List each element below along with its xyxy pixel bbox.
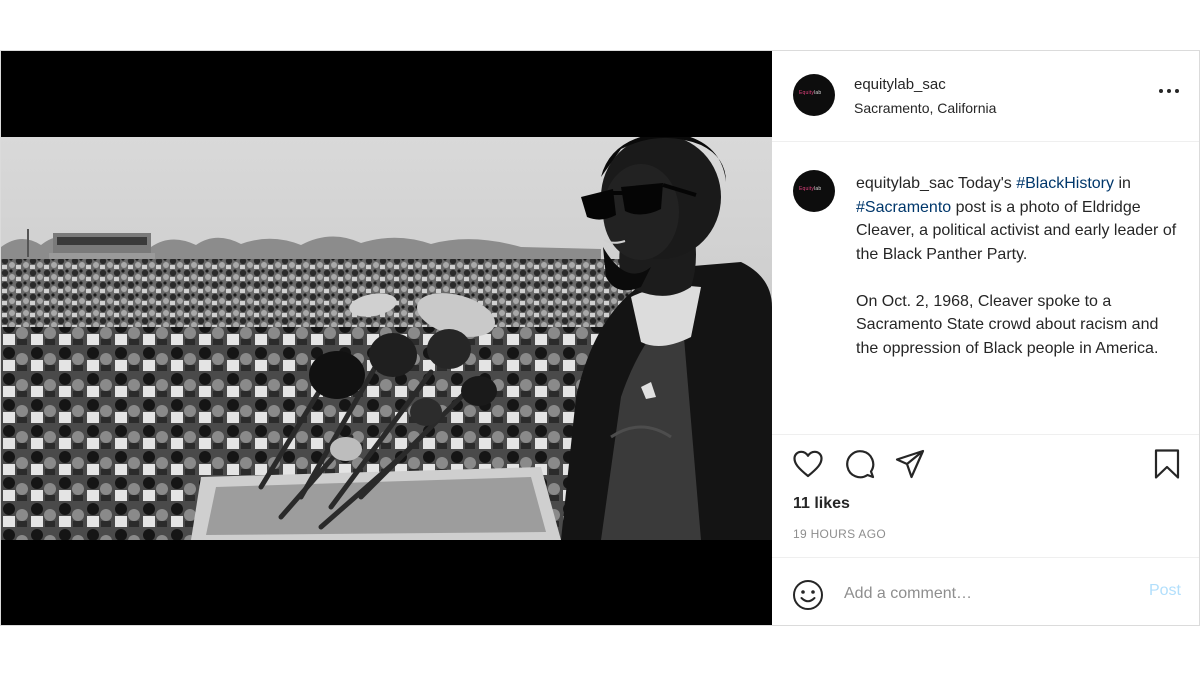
hashtag-sacramento[interactable]: #Sacramento xyxy=(856,199,951,216)
speaker-photo-illustration xyxy=(1,137,772,540)
action-bar xyxy=(772,447,1199,487)
caption-text: in xyxy=(1114,175,1131,192)
caption-avatar[interactable]: Equitylab xyxy=(793,170,835,212)
caption-username[interactable]: equitylab_sac xyxy=(856,175,954,192)
hashtag-blackhistory[interactable]: #BlackHistory xyxy=(1016,175,1114,192)
comment-bubble-icon[interactable] xyxy=(843,447,877,481)
bookmark-icon[interactable] xyxy=(1150,447,1184,481)
emoji-smile-icon[interactable] xyxy=(791,578,825,612)
post-photo[interactable] xyxy=(1,137,772,540)
more-options-icon[interactable] xyxy=(1159,87,1181,95)
comment-bar: Post xyxy=(772,557,1199,626)
post-comment-button[interactable]: Post xyxy=(1149,582,1181,600)
post-sidebar: Equitylab equitylab_sac Sacramento, Cali… xyxy=(772,51,1199,625)
author-avatar[interactable]: Equitylab xyxy=(793,74,835,116)
avatar-logo: Equitylab xyxy=(799,186,822,192)
post-timestamp[interactable]: 19 HOURS AGO xyxy=(793,527,886,541)
caption-section: Equitylab equitylab_sac Today's #BlackHi… xyxy=(772,142,1199,435)
instagram-post: Equitylab equitylab_sac Sacramento, Cali… xyxy=(0,50,1200,626)
post-caption: equitylab_sac Today's #BlackHistory in #… xyxy=(856,172,1178,360)
author-username[interactable]: equitylab_sac xyxy=(854,76,946,93)
avatar-logo: Equitylab xyxy=(799,90,822,96)
post-header: Equitylab equitylab_sac Sacramento, Cali… xyxy=(772,51,1199,142)
comment-input[interactable] xyxy=(842,580,1136,608)
post-media[interactable] xyxy=(1,51,772,625)
caption-text: Today's xyxy=(953,175,1017,192)
heart-icon[interactable] xyxy=(791,447,825,481)
post-location[interactable]: Sacramento, California xyxy=(854,100,996,116)
paper-plane-icon[interactable] xyxy=(893,447,927,481)
caption-paragraph-2: On Oct. 2, 1968, Cleaver spoke to a Sacr… xyxy=(856,292,1159,357)
likes-count[interactable]: 11 likes xyxy=(793,495,850,513)
